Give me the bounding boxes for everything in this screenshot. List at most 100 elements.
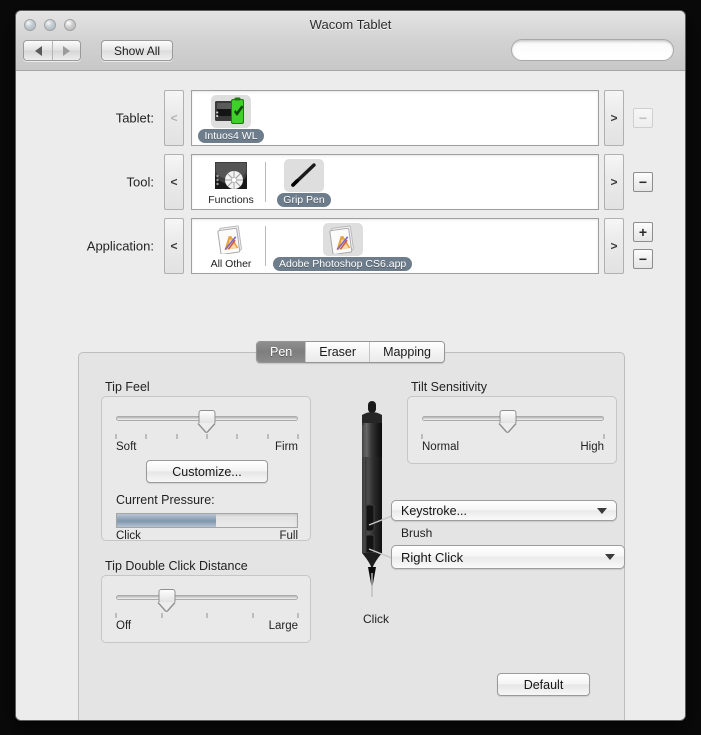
slider-tick bbox=[176, 434, 178, 439]
tip-feel-slider-ticks bbox=[115, 434, 299, 440]
pressure-max-label: Full bbox=[279, 530, 298, 542]
tip-double-click-slider-ticks bbox=[115, 613, 299, 619]
tip-feel-slider-thumb[interactable] bbox=[198, 410, 216, 432]
customize-button[interactable]: Customize... bbox=[146, 460, 268, 483]
tablet-row-label: Tablet: bbox=[115, 110, 154, 126]
application-list[interactable]: All Other Adobe Photoshop CS6.app bbox=[191, 218, 599, 274]
upper-button-sublabel: Brush bbox=[401, 526, 433, 540]
slider-tick bbox=[297, 434, 299, 439]
tip-double-click-slider-thumb[interactable] bbox=[158, 589, 176, 611]
current-pressure-fill bbox=[117, 514, 216, 527]
tilt-sensitivity-min-label: Normal bbox=[422, 441, 460, 453]
tip-feel-max-label: Firm bbox=[275, 441, 298, 453]
tool-item-label: Grip Pen bbox=[277, 193, 331, 207]
chevron-down-icon bbox=[597, 507, 607, 514]
tool-row-label: Tool: bbox=[126, 174, 154, 190]
application-item-label: Adobe Photoshop CS6.app bbox=[273, 257, 413, 271]
tilt-sensitivity-title: Tilt Sensitivity bbox=[411, 380, 487, 394]
tip-feel-min-label: Soft bbox=[116, 441, 137, 453]
tip-double-click-slider-track[interactable] bbox=[116, 595, 298, 600]
lower-button-function-menu[interactable]: Right Click bbox=[391, 545, 625, 569]
slider-tick bbox=[603, 434, 605, 439]
generic-app-icon bbox=[211, 223, 251, 256]
tablet-scroll-right-button[interactable]: > bbox=[604, 90, 624, 146]
tilt-sensitivity-group: Normal High bbox=[407, 396, 617, 464]
pressure-min-label: Click bbox=[116, 530, 141, 542]
slider-tick bbox=[421, 434, 423, 439]
application-list-divider bbox=[265, 226, 266, 266]
tilt-sensitivity-slider[interactable]: Normal High bbox=[421, 410, 605, 456]
page-title: Wacom Tablet bbox=[309, 17, 392, 32]
generic-app-icon bbox=[322, 223, 363, 256]
tool-list-divider bbox=[265, 162, 266, 202]
back-button[interactable] bbox=[24, 41, 52, 60]
slider-tick bbox=[297, 613, 299, 618]
upper-button-function-menu[interactable]: Keystroke... bbox=[391, 500, 617, 521]
tablet-functions-icon bbox=[211, 159, 251, 192]
tip-feel-title: Tip Feel bbox=[105, 380, 150, 394]
tab-bar: Pen Eraser Mapping bbox=[16, 341, 685, 363]
pen-settings-panel: Tip Feel Soft Firm Customize... Current … bbox=[78, 352, 625, 720]
window-titlebar: Wacom Tablet Show All bbox=[16, 11, 685, 71]
slider-tick bbox=[145, 434, 147, 439]
forward-button[interactable] bbox=[52, 41, 80, 60]
slider-tick bbox=[267, 434, 269, 439]
tilt-sensitivity-slider-thumb[interactable] bbox=[499, 410, 517, 432]
application-item-photoshop[interactable]: Adobe Photoshop CS6.app bbox=[273, 223, 413, 271]
remove-tablet-button[interactable]: − bbox=[633, 108, 653, 128]
chevron-right-icon bbox=[63, 45, 70, 56]
tablet-list[interactable]: Intuos4 WL bbox=[191, 90, 599, 146]
default-button[interactable]: Default bbox=[497, 673, 590, 696]
application-item-label: All Other bbox=[210, 258, 252, 270]
tip-double-click-slider[interactable]: Off Large bbox=[115, 589, 299, 635]
add-application-button[interactable]: + bbox=[633, 222, 653, 242]
remove-application-button[interactable]: − bbox=[633, 249, 653, 269]
application-row: Application: < All Other Adobe Photoshop… bbox=[16, 218, 685, 274]
tip-double-click-title: Tip Double Click Distance bbox=[105, 559, 248, 573]
application-scroll-right-button[interactable]: > bbox=[604, 218, 624, 274]
slider-tick bbox=[115, 613, 117, 618]
tool-item-functions[interactable]: Functions bbox=[200, 159, 262, 207]
slider-tick bbox=[206, 613, 208, 618]
current-pressure-bar bbox=[116, 513, 298, 528]
tip-feel-group: Soft Firm Customize... Current Pressure:… bbox=[101, 396, 311, 542]
wacom-tablet-window: Wacom Tablet Show All Tablet: < Intuos4 … bbox=[15, 10, 686, 721]
slider-tick bbox=[252, 613, 253, 618]
slider-tick bbox=[161, 613, 162, 618]
remove-tool-button[interactable]: − bbox=[633, 172, 653, 192]
tip-feel-slider[interactable]: Soft Firm bbox=[115, 410, 299, 456]
tilt-sensitivity-slider-ticks bbox=[421, 434, 605, 440]
tablet-scroll-left-button[interactable]: < bbox=[164, 90, 184, 146]
tool-scroll-right-button[interactable]: > bbox=[604, 154, 624, 210]
tool-scroll-left-button[interactable]: < bbox=[164, 154, 184, 210]
tab-eraser[interactable]: Eraser bbox=[305, 342, 370, 362]
application-row-label: Application: bbox=[86, 238, 154, 254]
slider-tick bbox=[236, 434, 238, 439]
tool-item-grip-pen[interactable]: Grip Pen bbox=[273, 159, 335, 207]
tool-row: Tool: < Functions Grip Pen > − bbox=[16, 154, 685, 210]
tablet-row: Tablet: < Intuos4 WL > − bbox=[16, 90, 685, 146]
application-item-all-other[interactable]: All Other bbox=[200, 223, 262, 271]
application-scroll-left-button[interactable]: < bbox=[164, 218, 184, 274]
tab-pen[interactable]: Pen bbox=[256, 342, 306, 362]
search-field[interactable] bbox=[511, 39, 681, 61]
slider-tick bbox=[115, 434, 117, 439]
lower-button-function-value: Right Click bbox=[401, 549, 464, 565]
nav-segmented-control[interactable] bbox=[23, 40, 81, 61]
tablet-item-label: Intuos4 WL bbox=[198, 129, 264, 143]
chevron-down-icon bbox=[605, 554, 615, 560]
upper-button-function-value: Keystroke... bbox=[401, 503, 467, 518]
tablet-battery-icon bbox=[211, 95, 251, 128]
tab-mapping[interactable]: Mapping bbox=[369, 342, 445, 362]
slider-tick bbox=[206, 434, 208, 439]
tool-item-label: Functions bbox=[208, 194, 254, 206]
tip-double-click-min-label: Off bbox=[116, 620, 132, 632]
tablet-item-intuos4-wl[interactable]: Intuos4 WL bbox=[198, 95, 264, 143]
pen-tip-caption: Click bbox=[363, 612, 389, 626]
tilt-sensitivity-max-label: High bbox=[580, 441, 604, 453]
show-all-button[interactable]: Show All bbox=[101, 40, 174, 61]
tool-list[interactable]: Functions Grip Pen bbox=[191, 154, 599, 210]
current-pressure-label: Current Pressure: bbox=[116, 493, 215, 507]
tip-double-click-max-label: Large bbox=[268, 620, 298, 632]
search-input[interactable] bbox=[522, 42, 681, 58]
